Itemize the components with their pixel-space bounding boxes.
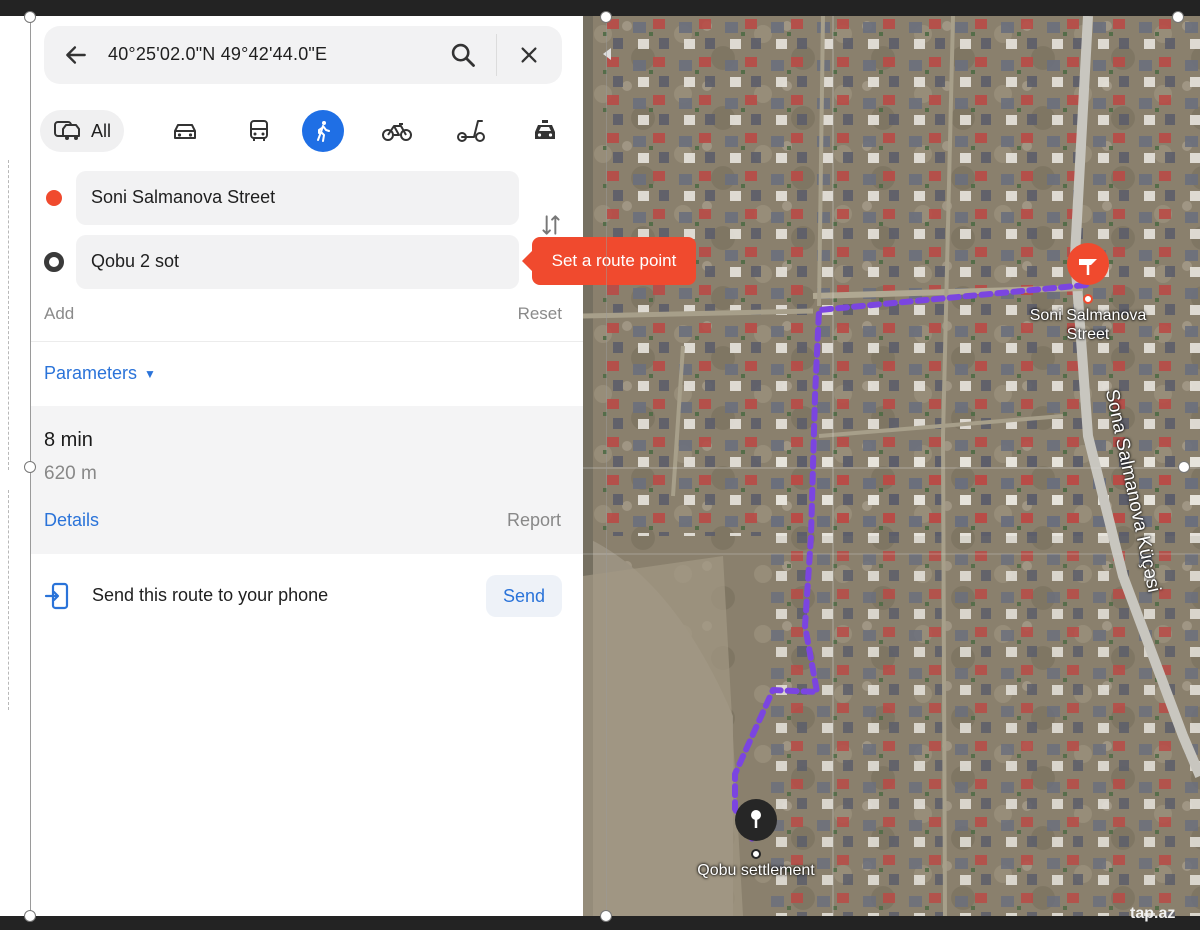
add-reset-row: Add Reset: [44, 304, 562, 326]
close-icon: [521, 47, 537, 63]
resize-handle[interactable]: [600, 11, 612, 23]
resize-handle[interactable]: [1172, 11, 1184, 23]
map-view[interactable]: Soni Salmanova Street Qobu settlement So…: [583, 16, 1200, 916]
start-point-icon: [46, 190, 62, 206]
mode-scooter[interactable]: [450, 110, 492, 152]
route-point-tooltip: Set a route point: [522, 237, 696, 285]
guide-line: [8, 490, 9, 710]
end-point-icon: [44, 252, 64, 272]
end-map-label: Qobu settlement: [697, 862, 815, 879]
from-field[interactable]: Soni Salmanova Street: [76, 171, 519, 225]
details-link[interactable]: Details: [44, 510, 99, 531]
car-icon: [174, 124, 196, 139]
resize-handle[interactable]: [1178, 461, 1190, 473]
send-button[interactable]: Send: [486, 575, 562, 617]
resize-handle[interactable]: [600, 910, 612, 922]
phone-send-icon: [44, 582, 69, 610]
bicycle-icon: [382, 123, 412, 141]
bus-icon: [250, 120, 268, 141]
search-button[interactable]: [448, 40, 478, 70]
route-panel: 40°25'02.0"N 49°42'44.0"E All Soni Salma…: [30, 16, 583, 916]
close-button[interactable]: [514, 40, 544, 70]
route-time: 8 min: [44, 429, 93, 451]
parameters-label: Parameters: [44, 363, 138, 383]
swap-button[interactable]: [538, 212, 564, 238]
search-icon: [451, 43, 475, 67]
reset-button[interactable]: Reset: [518, 304, 562, 324]
taxi-icon: [535, 120, 555, 139]
from-value: Soni Salmanova Street: [91, 187, 276, 207]
start-map-label-line1: Soni Salmanova: [1029, 307, 1147, 324]
walking-icon: [317, 121, 330, 142]
add-button[interactable]: Add: [44, 304, 74, 323]
watermark: tap.az: [1130, 905, 1176, 922]
waypoint-to: Qobu 2 sot: [30, 235, 583, 289]
scooter-icon: [457, 120, 485, 142]
to-value: Qobu 2 sot: [91, 251, 180, 271]
search-separator: [496, 34, 497, 76]
resize-handle[interactable]: [24, 11, 36, 23]
to-field[interactable]: Qobu 2 sot: [76, 235, 519, 289]
send-route-text: Send this route to your phone: [92, 585, 329, 605]
mode-bus[interactable]: [238, 110, 280, 152]
route-distance: 620 m: [44, 463, 97, 484]
route-card[interactable]: 8 min 620 m Details Report: [30, 406, 583, 554]
resize-handle[interactable]: [24, 910, 36, 922]
report-link[interactable]: Report: [507, 510, 561, 531]
selection-frame-middle: [606, 16, 607, 916]
guide-line: [8, 160, 9, 470]
mode-all[interactable]: All: [40, 110, 124, 152]
arrow-left-icon: [66, 46, 86, 64]
mode-taxi[interactable]: [524, 110, 566, 152]
back-button[interactable]: [62, 41, 90, 69]
start-map-label: Soni Salmanova Street: [1015, 306, 1161, 344]
search-query[interactable]: 40°25'02.0"N 49°42'44.0"E: [108, 44, 327, 65]
mode-walking[interactable]: [302, 110, 344, 152]
divider: [30, 341, 583, 342]
swap-icon: [542, 215, 560, 235]
mode-bicycle[interactable]: [376, 110, 418, 152]
transport-modes: All: [40, 108, 570, 154]
search-bar: 40°25'02.0"N 49°42'44.0"E: [44, 26, 562, 84]
parameters-toggle[interactable]: Parameters ▼: [44, 363, 156, 384]
multi-transport-icon: [53, 121, 80, 140]
send-to-phone-row: Send this route to your phone Send: [30, 572, 583, 618]
waypoint-from: Soni Salmanova Street: [30, 171, 583, 225]
resize-handle[interactable]: [24, 461, 36, 473]
triangle-down-icon: ▼: [144, 366, 156, 381]
satellite-map: [583, 16, 1200, 916]
mode-all-label: All: [90, 120, 111, 141]
mode-car[interactable]: [164, 110, 206, 152]
start-map-label-line2: Street: [1066, 326, 1110, 343]
